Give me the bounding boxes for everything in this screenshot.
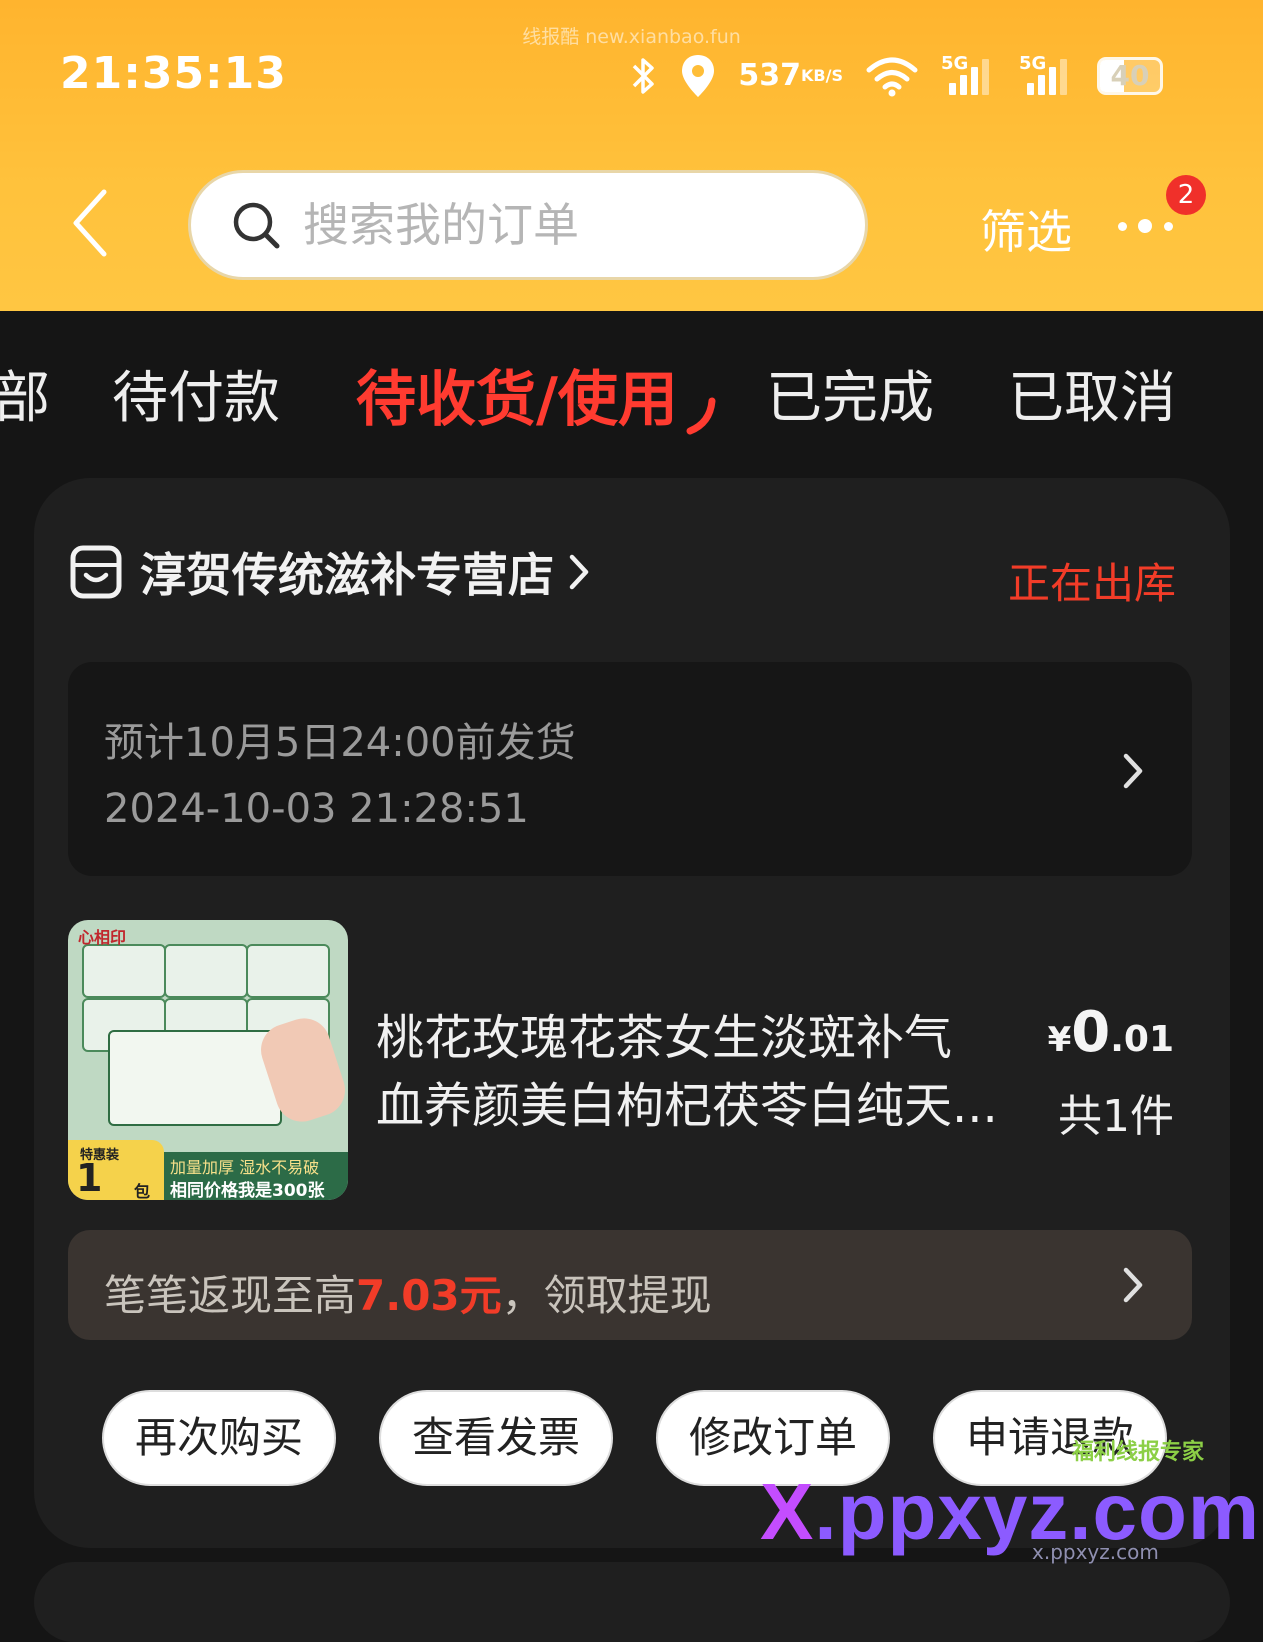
tab-pending-payment[interactable]: 待付款 [112, 353, 280, 434]
search-input[interactable] [301, 197, 825, 253]
more-dot [1118, 222, 1127, 231]
watermark-url: x.ppxyz.com [1032, 1540, 1159, 1564]
tab-pending-receipt[interactable]: 待收货/使用 [356, 351, 678, 438]
wifi-icon [865, 54, 919, 98]
back-button[interactable] [66, 188, 116, 258]
buy-again-button[interactable]: 再次购买 [102, 1390, 336, 1486]
tab-all[interactable]: 部 [0, 353, 50, 434]
chevron-right-icon [569, 554, 589, 590]
pack-decoration [164, 944, 248, 998]
chevron-right-icon [1123, 753, 1143, 789]
status-icons: 537 KB/S 5G 5G 40 [630, 48, 1163, 104]
notification-badge: 2 [1166, 175, 1206, 215]
chevron-right-icon [1123, 1267, 1143, 1303]
tab-completed[interactable]: 已完成 [766, 353, 934, 434]
cashback-text: 笔笔返现至高7.03元，领取提现 [104, 1271, 712, 1320]
product-price: ¥0.01 [1047, 1000, 1174, 1065]
promo-badge: 特惠装 1 包 [68, 1140, 164, 1200]
product-brand: 心相印 [78, 928, 127, 947]
main-pack [108, 1030, 282, 1126]
location-icon [680, 53, 716, 99]
next-order-card [34, 1562, 1230, 1642]
order-status: 正在出库 [1007, 559, 1176, 608]
chevron-left-icon [73, 189, 107, 257]
more-dot [1164, 222, 1173, 231]
search-icon [231, 200, 281, 250]
view-invoice-button[interactable]: 查看发票 [379, 1390, 613, 1486]
order-time: 2024-10-03 21:28:51 [104, 786, 529, 832]
shop-icon [70, 545, 122, 599]
shop-name: 淳贺传统滋补专营店 [140, 548, 554, 602]
pack-decoration [82, 944, 166, 998]
promo-slogan: 加量加厚 湿水不易破 相同价格我是300张 [164, 1152, 348, 1200]
product-title-line: 血养颜美白枸杞茯苓白纯天... [376, 1078, 998, 1134]
order-card[interactable]: 淳贺传统滋补专营店 正在出库 预计10月5日24:00前发货 2024-10-0… [34, 478, 1230, 1548]
header: 线报酷 new.xianbao.fun 21:35:13 537 KB/S 5G… [0, 0, 1263, 311]
tab-cancelled[interactable]: 已取消 [1008, 353, 1176, 434]
top-watermark: 线报酷 new.xianbao.fun [522, 26, 741, 48]
battery-icon: 40 [1097, 57, 1163, 95]
filter-button[interactable]: 筛选 [980, 196, 1072, 262]
status-time: 21:35:13 [60, 48, 287, 99]
more-dot [1138, 219, 1152, 233]
cashback-banner[interactable]: 笔笔返现至高7.03元，领取提现 [68, 1230, 1192, 1340]
product-title-line: 桃花玫瑰花茶女生淡斑补气 [376, 1010, 953, 1066]
search-box[interactable] [188, 170, 868, 280]
product-title[interactable]: 桃花玫瑰花茶女生淡斑补气 血养颜美白枸杞茯苓白纯天... [376, 1004, 1006, 1140]
watermark-logo: X.ppxyz.com [760, 1467, 1261, 1556]
net-speed: 537 KB/S [738, 58, 843, 93]
order-tabs: 部 待付款 待收货/使用 已完成 已取消 [0, 311, 1263, 471]
shop-link[interactable]: 淳贺传统滋补专营店 [70, 542, 590, 602]
watermark-logo-small: 福利线报专家 [1072, 1440, 1205, 1465]
shipping-estimate: 预计10月5日24:00前发货 [104, 720, 576, 766]
pack-decoration [246, 944, 330, 998]
signal-1-icon: 5G [941, 53, 997, 99]
shipping-info[interactable]: 预计10月5日24:00前发货 2024-10-03 21:28:51 [68, 662, 1192, 876]
product-quantity: 共1件 [1058, 1091, 1174, 1142]
bluetooth-icon [630, 54, 658, 98]
signal-2-icon: 5G [1019, 53, 1075, 99]
active-tab-indicator [686, 397, 716, 435]
product-image[interactable]: 心相印 特惠装 1 包 加量加厚 湿水不易破 相同价格我是300张 [68, 920, 348, 1200]
